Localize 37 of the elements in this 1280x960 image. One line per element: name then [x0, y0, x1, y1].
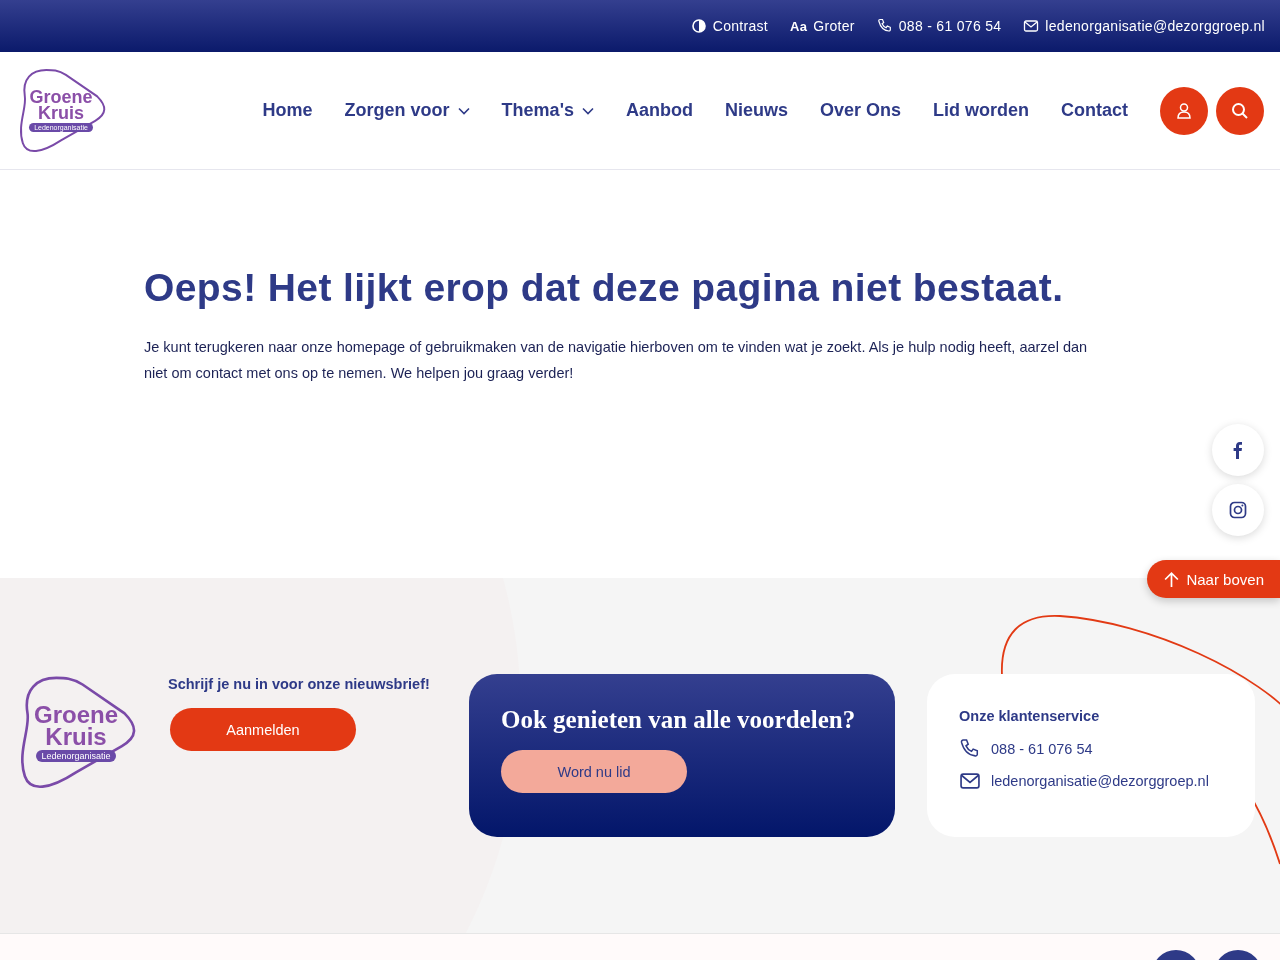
nav-link[interactable]: Aanbod [625, 100, 693, 121]
phone-icon [959, 738, 981, 760]
facebook-button[interactable] [1212, 424, 1264, 476]
page-heading: Oeps! Het lijkt erop dat deze pagina niet bestaat. [144, 266, 1065, 310]
newsletter-heading: Schrijf je nu in voor onze nieuwsbrief! [168, 676, 431, 692]
nav-link[interactable]: Home [262, 100, 313, 121]
mail-icon [959, 770, 981, 792]
top-bar-link[interactable]: ledenorganisatie@dezorggroep.nl [1023, 18, 1265, 34]
instagram-button[interactable] [1212, 484, 1264, 536]
signup-button[interactable]: Aanmelden [170, 708, 356, 751]
promo-heading: Ook genieten van alle voordelen? [501, 706, 857, 734]
back-to-top-button[interactable]: Naar boven [1147, 560, 1280, 598]
instagram-icon [1228, 500, 1248, 520]
top-bar-link[interactable]: Contrast [690, 18, 769, 34]
chevron-down-icon [457, 106, 470, 115]
contrast-icon [690, 18, 707, 34]
nav-link[interactable]: Nieuws [724, 100, 788, 121]
phone-icon [876, 18, 893, 34]
nav-link[interactable]: Lid worden [933, 100, 1029, 121]
nav-link[interactable]: Zorgen voor [344, 100, 470, 121]
nav-link[interactable]: Over Ons [819, 100, 901, 121]
body-paragraph: Je kunt terugkeren naar onze homepage of gebruikmaken van de navigatie hierboven om te vinden wat je zoekt. Als je hulp nodig heeft, aarzel dan niet om contact met ons op te nemen. We helpen jou graag verder! [144, 338, 1089, 383]
arrow-up-icon [1163, 570, 1181, 588]
top-bar-link[interactable]: Aa Groter [790, 18, 855, 34]
email-link[interactable]: ledenorganisatie@dezorggroep.nl [991, 773, 1209, 789]
nav-link[interactable]: Thema's [501, 100, 594, 121]
phone-link[interactable]: 088 - 61 076 54 [991, 741, 1093, 757]
mail-icon [1023, 18, 1040, 34]
top-bar-link[interactable]: 088 - 61 076 54 [876, 18, 1002, 34]
search-button[interactable] [1216, 86, 1264, 135]
join-button[interactable]: Word nu lid [501, 750, 687, 793]
user-icon [1174, 100, 1194, 121]
chevron-down-icon [581, 106, 594, 115]
account-button[interactable] [1160, 86, 1208, 135]
service-heading: Onze klantenservice [959, 708, 1101, 724]
nav-link[interactable]: Contact [1061, 100, 1128, 121]
search-icon [1230, 100, 1250, 121]
